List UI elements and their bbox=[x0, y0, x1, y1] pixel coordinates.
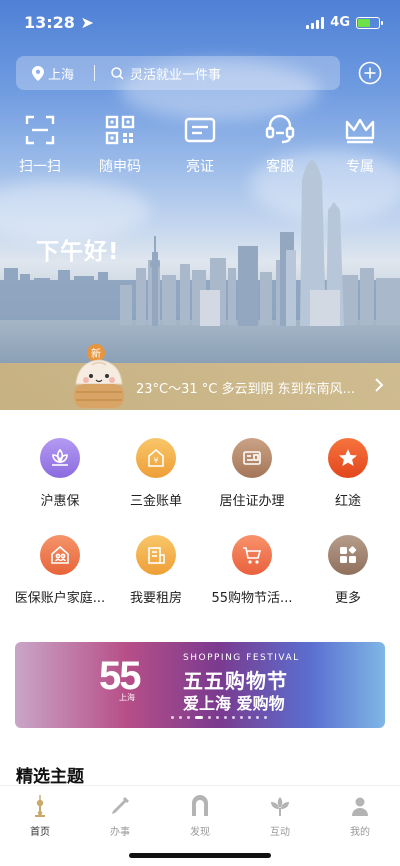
network-type: 4G bbox=[330, 15, 350, 30]
tab-services[interactable]: 办事 bbox=[80, 794, 160, 838]
service-more[interactable]: 更多 bbox=[300, 535, 396, 632]
family-house-icon bbox=[40, 535, 80, 575]
quick-label: 专属 bbox=[346, 159, 374, 175]
service-shopping-festival[interactable]: 55购物节活... bbox=[204, 535, 300, 632]
service-label: 沪惠保 bbox=[40, 494, 80, 509]
tab-label: 办事 bbox=[110, 827, 130, 838]
status-bar: 13:28 ➤ 4G bbox=[0, 0, 400, 46]
tab-home[interactable]: 首页 bbox=[0, 794, 80, 838]
arch-icon bbox=[192, 795, 208, 816]
svg-text:¥: ¥ bbox=[153, 456, 158, 465]
service-huhuibao[interactable]: 沪惠保 bbox=[12, 438, 108, 535]
shopping-festival-banner[interactable]: 55 上海 SHOPPING FESTIVAL 五五购物节 爱上海 爱购物 bbox=[15, 642, 385, 728]
tab-label: 发现 bbox=[190, 827, 210, 838]
location-label: 上海 bbox=[48, 67, 75, 83]
quick-label: 随申码 bbox=[99, 159, 141, 175]
tab-mine[interactable]: 我的 bbox=[320, 794, 400, 838]
status-time: 13:28 ➤ bbox=[24, 13, 94, 32]
lotus-icon bbox=[40, 438, 80, 478]
home-indicator bbox=[129, 853, 271, 858]
location-selector[interactable]: 上海 bbox=[16, 64, 94, 83]
id-card-icon bbox=[184, 117, 216, 143]
banner-city: 上海 bbox=[119, 693, 135, 702]
weather-text: 23°C～31 °C 多云到阴 东到东南风... bbox=[136, 382, 356, 397]
scan-icon bbox=[25, 115, 55, 145]
qr-code-icon bbox=[105, 115, 135, 145]
quick-show-id[interactable]: 亮证 bbox=[160, 114, 240, 176]
service-label: 我要租房 bbox=[129, 591, 182, 606]
person-icon bbox=[352, 797, 368, 816]
search-input[interactable]: 灵活就业一件事 bbox=[95, 64, 221, 83]
weather-bar[interactable]: 23°C～31 °C 多云到阴 东到东南风... bbox=[0, 363, 400, 410]
tab-label: 首页 bbox=[30, 827, 50, 838]
mascot-badge: 新 bbox=[91, 347, 101, 360]
shopping-cart-icon bbox=[232, 535, 272, 575]
service-label: 红途 bbox=[334, 494, 361, 509]
rent-house-icon bbox=[136, 535, 176, 575]
service-hongtu[interactable]: 红途 bbox=[300, 438, 396, 535]
quick-customer-service[interactable]: 客服 bbox=[240, 114, 320, 176]
search-icon bbox=[111, 66, 124, 80]
service-label: 医保账户家庭... bbox=[14, 591, 106, 606]
service-grid: 沪惠保 ¥ 三金账单 居住证办理 红途 医保账户家庭... 我要租房 55购物节… bbox=[0, 438, 400, 632]
tab-interact[interactable]: 互动 bbox=[240, 794, 320, 838]
section-title: 精选主题 bbox=[16, 767, 84, 787]
service-medical-family[interactable]: 医保账户家庭... bbox=[12, 535, 108, 632]
service-rent-house[interactable]: 我要租房 bbox=[108, 535, 204, 632]
add-circle-icon[interactable] bbox=[358, 61, 382, 85]
tab-discover[interactable]: 发现 bbox=[160, 794, 240, 838]
quick-exclusive[interactable]: 专属 bbox=[320, 114, 400, 176]
quick-label: 客服 bbox=[266, 159, 294, 175]
service-residence-permit[interactable]: 居住证办理 bbox=[204, 438, 300, 535]
chevron-right-icon bbox=[375, 378, 384, 392]
search-placeholder: 灵活就业一件事 bbox=[130, 67, 222, 83]
service-sanjin-bill[interactable]: ¥ 三金账单 bbox=[108, 438, 204, 535]
quick-qrcode[interactable]: 随申码 bbox=[80, 114, 160, 176]
star-icon bbox=[328, 438, 368, 478]
tab-label: 我的 bbox=[350, 827, 370, 838]
status-indicators: 4G bbox=[306, 15, 383, 30]
quick-label: 亮证 bbox=[186, 159, 214, 175]
signal-icon bbox=[306, 16, 325, 29]
service-label: 55购物节活... bbox=[211, 591, 293, 606]
service-label: 三金账单 bbox=[129, 494, 182, 509]
quick-scan[interactable]: 扫一扫 bbox=[0, 114, 80, 176]
banner-english-title: SHOPPING FESTIVAL bbox=[183, 653, 300, 663]
crown-icon bbox=[345, 118, 375, 144]
more-grid-icon bbox=[328, 535, 368, 575]
service-label: 更多 bbox=[334, 591, 361, 606]
pen-icon bbox=[112, 797, 129, 814]
customer-service-icon bbox=[265, 114, 295, 144]
mascot-dumpling-icon[interactable]: 新 bbox=[70, 340, 128, 414]
home-tower-icon bbox=[35, 795, 45, 817]
battery-icon bbox=[356, 16, 383, 29]
carousel-indicator[interactable] bbox=[171, 716, 267, 719]
greeting-text: 下午好! bbox=[36, 239, 120, 265]
flower-icon bbox=[271, 797, 289, 816]
banner-subtitle: 爱上海 爱购物 bbox=[183, 694, 285, 713]
bill-icon: ¥ bbox=[136, 438, 176, 478]
quick-label: 扫一扫 bbox=[19, 159, 61, 175]
tab-label: 互动 bbox=[270, 827, 290, 838]
location-pin-icon bbox=[32, 65, 44, 81]
search-bar[interactable]: 上海 灵活就业一件事 bbox=[16, 56, 340, 90]
quick-actions: 扫一扫 随申码 亮证 客服 专属 bbox=[0, 114, 400, 176]
service-label: 居住证办理 bbox=[219, 494, 285, 509]
residence-card-icon bbox=[232, 438, 272, 478]
